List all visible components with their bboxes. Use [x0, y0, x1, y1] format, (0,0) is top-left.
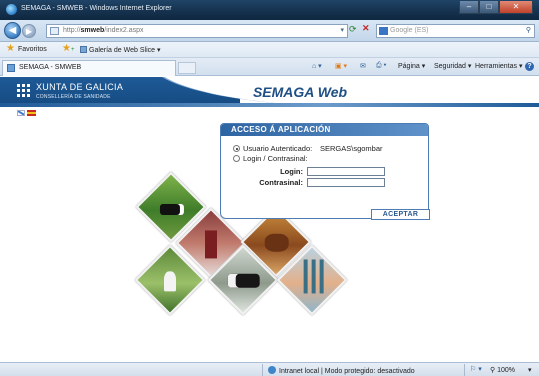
authenticated-user-label: Usuario Autenticado:	[243, 144, 313, 153]
zoom-value: 100%	[497, 367, 515, 374]
window-title: SEMAGA - SMWEB - Windows Internet Explor…	[21, 5, 172, 12]
close-button[interactable]: ✕	[499, 1, 533, 14]
security-zone-text: Intranet local | Modo protegido: desacti…	[279, 368, 415, 375]
feeds-icon[interactable]: ▣ ▾	[335, 62, 347, 70]
forward-button[interactable]: ▶	[22, 24, 36, 38]
search-icon[interactable]: ⚲	[526, 25, 531, 37]
xunta-logo-icon	[16, 83, 31, 101]
galician-flag-icon[interactable]	[17, 110, 25, 116]
page-menu[interactable]: Página ▾	[398, 62, 425, 70]
add-favorite-icon[interactable]: ★+	[62, 43, 74, 54]
url-host: smweb	[80, 27, 105, 34]
tab-semaga[interactable]: SEMAGA - SMWEB	[2, 60, 176, 76]
password-input[interactable]	[307, 178, 385, 187]
intranet-globe-icon	[268, 366, 276, 374]
help-icon: ?	[525, 62, 534, 71]
header-bottom-line	[0, 103, 539, 107]
home-icon[interactable]: ⌂ ▾	[312, 62, 322, 70]
authenticated-user-value: SERGAS\sgombar	[320, 144, 383, 153]
stop-icon[interactable]: ✕	[362, 23, 370, 34]
tools-menu[interactable]: Herramientas ▾	[475, 62, 522, 70]
zoom-dropdown-icon[interactable]: ▾	[528, 366, 532, 374]
login-panel-header: ACCESO Á APLICACIÓN	[221, 124, 428, 136]
tab-page-icon	[7, 64, 15, 72]
new-tab-button[interactable]	[178, 62, 196, 74]
mail-icon[interactable]: ✉	[360, 62, 366, 70]
page-icon	[50, 27, 59, 35]
accept-button[interactable]: ACEPTAR	[371, 209, 430, 220]
status-bar: Intranet local | Modo protegido: desacti…	[0, 362, 539, 376]
org-name: XUNTA DE GALICIA	[36, 82, 124, 92]
minimize-button[interactable]: –	[459, 1, 479, 14]
web-slice-gallery-link[interactable]: Galería de Web Slice ▾	[80, 46, 160, 54]
login-password-radio[interactable]	[233, 155, 240, 162]
login-input[interactable]	[307, 167, 385, 176]
search-input[interactable]: Google (ES) ⚲	[376, 24, 535, 38]
search-placeholder: Google (ES)	[390, 27, 429, 34]
favorites-star-icon[interactable]: ★	[6, 43, 15, 54]
refresh-icon[interactable]: ⟳	[349, 24, 357, 35]
login-title: ACCESO Á APLICACIÓN	[231, 125, 331, 134]
tab-label: SEMAGA - SMWEB	[19, 64, 82, 71]
protected-mode-icon[interactable]: ⚐ ▾	[470, 365, 482, 373]
favorites-bar: ★ Favoritos ★+ Galería de Web Slice ▾	[0, 42, 539, 58]
status-separator	[262, 364, 263, 376]
url-path: /index2.aspx	[104, 27, 144, 34]
internet-explorer-icon	[6, 4, 17, 15]
password-field-label: Contrasinal:	[259, 178, 303, 187]
web-slice-icon	[80, 46, 87, 53]
authenticated-user-radio[interactable]	[233, 145, 240, 152]
url-prefix: http://	[63, 27, 81, 34]
favorites-button[interactable]: Favoritos	[18, 46, 47, 53]
web-slice-gallery-label: Galería de Web Slice ▾	[89, 47, 161, 54]
zoom-level[interactable]: ⚲ 100%	[490, 366, 515, 374]
spanish-flag-icon[interactable]	[27, 110, 36, 116]
address-bar: ◀ ▶ http://smweb/index2.aspx ▾ ⟳ ✕ Googl…	[0, 20, 539, 42]
site-header: XUNTA DE GALICIA CONSELLERÍA DE SANIDADE…	[0, 77, 539, 107]
print-icon[interactable]: ⎙ ▾	[376, 62, 387, 70]
login-password-label: Login / Contrasinal:	[243, 154, 308, 163]
window-title-bar: SEMAGA - SMWEB - Windows Internet Explor…	[0, 0, 539, 20]
security-zone[interactable]: Intranet local | Modo protegido: desacti…	[268, 366, 415, 375]
status-separator	[464, 364, 465, 376]
tab-bar: SEMAGA - SMWEB ⌂ ▾ ▣ ▾ ✉ ⎙ ▾ Página ▾ Se…	[0, 58, 539, 76]
login-field-label: Login:	[280, 167, 303, 176]
url-input[interactable]: http://smweb/index2.aspx ▾	[46, 24, 348, 38]
window-controls: – □ ✕	[459, 1, 533, 14]
back-button[interactable]: ◀	[4, 22, 21, 39]
org-subtitle: CONSELLERÍA DE SANIDADE	[36, 94, 111, 100]
url-dropdown-icon[interactable]: ▾	[340, 25, 344, 37]
search-provider-icon	[379, 27, 388, 35]
safety-menu[interactable]: Seguridad ▾	[434, 62, 471, 70]
app-title: SEMAGA Web	[252, 84, 348, 100]
login-panel: ACCESO Á APLICACIÓN Usuario Autenticado:…	[220, 123, 429, 219]
maximize-button[interactable]: □	[479, 1, 499, 14]
help-menu[interactable]: ?	[525, 62, 534, 71]
